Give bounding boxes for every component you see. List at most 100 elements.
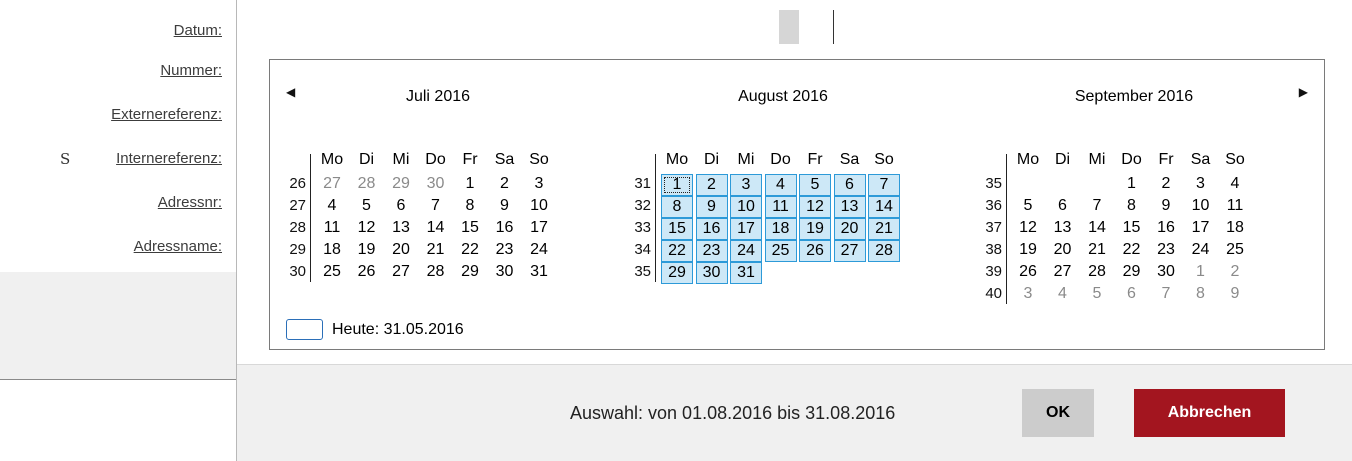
day-cell[interactable]: 26 bbox=[1012, 262, 1044, 284]
day-cell[interactable]: 20 bbox=[1047, 240, 1079, 262]
day-cell-selected[interactable]: 21 bbox=[868, 218, 900, 240]
day-cell-selected[interactable]: 13 bbox=[833, 196, 866, 218]
day-cell[interactable]: 22 bbox=[454, 240, 486, 262]
day-cell[interactable]: 8 bbox=[1185, 284, 1217, 306]
day-cell[interactable]: 13 bbox=[385, 218, 417, 240]
week-number[interactable]: 29 bbox=[280, 240, 306, 260]
day-cell[interactable]: 4 bbox=[1047, 284, 1079, 306]
day-cell[interactable]: 14 bbox=[420, 218, 452, 240]
day-cell-selected[interactable]: 20 bbox=[833, 218, 866, 240]
day-cell[interactable]: 12 bbox=[351, 218, 383, 240]
day-cell-selected[interactable]: 19 bbox=[799, 218, 831, 240]
day-cell[interactable]: 15 bbox=[454, 218, 486, 240]
day-cell-selected[interactable]: 12 bbox=[799, 196, 831, 218]
day-cell[interactable]: 28 bbox=[1081, 262, 1113, 284]
week-number[interactable]: 39 bbox=[976, 262, 1002, 282]
day-cell[interactable]: 14 bbox=[1081, 218, 1113, 240]
week-number[interactable]: 36 bbox=[976, 196, 1002, 216]
label-nummer[interactable]: Nummer: bbox=[160, 62, 222, 79]
day-cell-selected[interactable]: 18 bbox=[764, 218, 797, 240]
label-datum[interactable]: Datum: bbox=[174, 22, 222, 39]
day-cell-selected[interactable]: 15 bbox=[661, 218, 693, 240]
day-cell[interactable]: 26 bbox=[351, 262, 383, 284]
day-cell[interactable]: 29 bbox=[385, 174, 417, 196]
day-cell[interactable]: 7 bbox=[420, 196, 452, 218]
day-cell-selected[interactable]: 25 bbox=[764, 240, 797, 262]
day-cell[interactable]: 27 bbox=[316, 174, 348, 196]
day-cell[interactable]: 6 bbox=[1116, 284, 1148, 306]
day-cell[interactable]: 2 bbox=[489, 174, 521, 196]
day-cell[interactable]: 8 bbox=[1116, 196, 1148, 218]
day-cell-selected[interactable]: 26 bbox=[799, 240, 831, 262]
day-cell[interactable]: 20 bbox=[385, 240, 417, 262]
day-cell[interactable]: 23 bbox=[489, 240, 521, 262]
day-cell[interactable]: 7 bbox=[1150, 284, 1182, 306]
day-cell-selected[interactable]: 29 bbox=[661, 262, 693, 284]
day-cell[interactable]: 6 bbox=[1047, 196, 1079, 218]
day-cell[interactable]: 16 bbox=[1150, 218, 1182, 240]
label-adressname[interactable]: Adressname: bbox=[134, 238, 222, 255]
day-cell[interactable]: 8 bbox=[454, 196, 486, 218]
day-cell[interactable]: 17 bbox=[1185, 218, 1217, 240]
day-cell[interactable]: 30 bbox=[1150, 262, 1182, 284]
day-cell-selected[interactable]: 2 bbox=[695, 174, 728, 196]
day-cell-selected[interactable]: 5 bbox=[799, 174, 831, 196]
day-cell[interactable]: 9 bbox=[489, 196, 521, 218]
day-cell-selected[interactable]: 30 bbox=[695, 262, 728, 284]
day-cell[interactable]: 4 bbox=[316, 196, 348, 218]
day-cell[interactable]: 2 bbox=[1150, 174, 1182, 196]
day-cell[interactable]: 31 bbox=[523, 262, 555, 284]
day-cell[interactable]: 7 bbox=[1081, 196, 1113, 218]
next-month-icon[interactable]: ▶ bbox=[1299, 86, 1308, 98]
day-cell[interactable]: 11 bbox=[1219, 196, 1251, 218]
day-cell-selected[interactable]: 31 bbox=[730, 262, 762, 284]
day-cell-selected[interactable]: 7 bbox=[868, 174, 900, 196]
day-cell-selected[interactable]: 22 bbox=[661, 240, 693, 262]
day-cell[interactable]: 27 bbox=[385, 262, 417, 284]
day-cell-selected[interactable]: 14 bbox=[868, 196, 900, 218]
label-externereferenz[interactable]: Externereferenz: bbox=[111, 106, 222, 123]
day-cell-selected[interactable]: 6 bbox=[833, 174, 866, 196]
day-cell-selected[interactable]: 16 bbox=[695, 218, 728, 240]
day-cell-selected[interactable]: 23 bbox=[695, 240, 728, 262]
label-adressnr[interactable]: Adressnr: bbox=[158, 194, 222, 211]
day-cell[interactable]: 19 bbox=[351, 240, 383, 262]
day-cell-selected[interactable]: 27 bbox=[833, 240, 866, 262]
day-cell-selected[interactable]: 17 bbox=[730, 218, 762, 240]
day-cell[interactable]: 30 bbox=[489, 262, 521, 284]
week-number[interactable]: 37 bbox=[976, 218, 1002, 238]
day-cell-selected[interactable]: 1 bbox=[661, 174, 693, 196]
day-cell[interactable]: 5 bbox=[351, 196, 383, 218]
day-cell-selected[interactable]: 28 bbox=[868, 240, 900, 262]
day-cell[interactable]: 19 bbox=[1012, 240, 1044, 262]
day-cell[interactable]: 28 bbox=[351, 174, 383, 196]
day-cell[interactable]: 30 bbox=[420, 174, 452, 196]
week-number[interactable]: 27 bbox=[280, 196, 306, 216]
day-cell-selected[interactable]: 11 bbox=[764, 196, 797, 218]
day-cell[interactable]: 1 bbox=[1116, 174, 1148, 196]
week-number[interactable]: 40 bbox=[976, 284, 1002, 304]
day-cell[interactable]: 18 bbox=[1219, 218, 1251, 240]
day-cell[interactable]: 4 bbox=[1219, 174, 1251, 196]
day-cell-selected[interactable]: 8 bbox=[661, 196, 693, 218]
label-internereferenz[interactable]: Internereferenz: bbox=[116, 150, 222, 167]
day-cell[interactable]: 21 bbox=[1081, 240, 1113, 262]
day-cell[interactable]: 10 bbox=[1185, 196, 1217, 218]
week-number[interactable]: 32 bbox=[625, 196, 651, 216]
month-title[interactable]: August 2016 bbox=[623, 88, 943, 106]
day-cell[interactable]: 24 bbox=[1185, 240, 1217, 262]
day-cell[interactable]: 1 bbox=[1185, 262, 1217, 284]
day-cell-selected[interactable]: 24 bbox=[730, 240, 762, 262]
week-number[interactable]: 35 bbox=[976, 174, 1002, 194]
day-cell[interactable]: 2 bbox=[1219, 262, 1251, 284]
day-cell[interactable]: 5 bbox=[1012, 196, 1044, 218]
week-number[interactable]: 35 bbox=[625, 262, 651, 282]
day-cell[interactable]: 18 bbox=[316, 240, 348, 262]
day-cell[interactable]: 29 bbox=[454, 262, 486, 284]
day-cell[interactable]: 28 bbox=[420, 262, 452, 284]
week-number[interactable]: 28 bbox=[280, 218, 306, 238]
day-cell[interactable]: 13 bbox=[1047, 218, 1079, 240]
day-cell[interactable]: 3 bbox=[523, 174, 555, 196]
day-cell[interactable]: 3 bbox=[1185, 174, 1217, 196]
day-cell-selected[interactable]: 4 bbox=[764, 174, 797, 196]
